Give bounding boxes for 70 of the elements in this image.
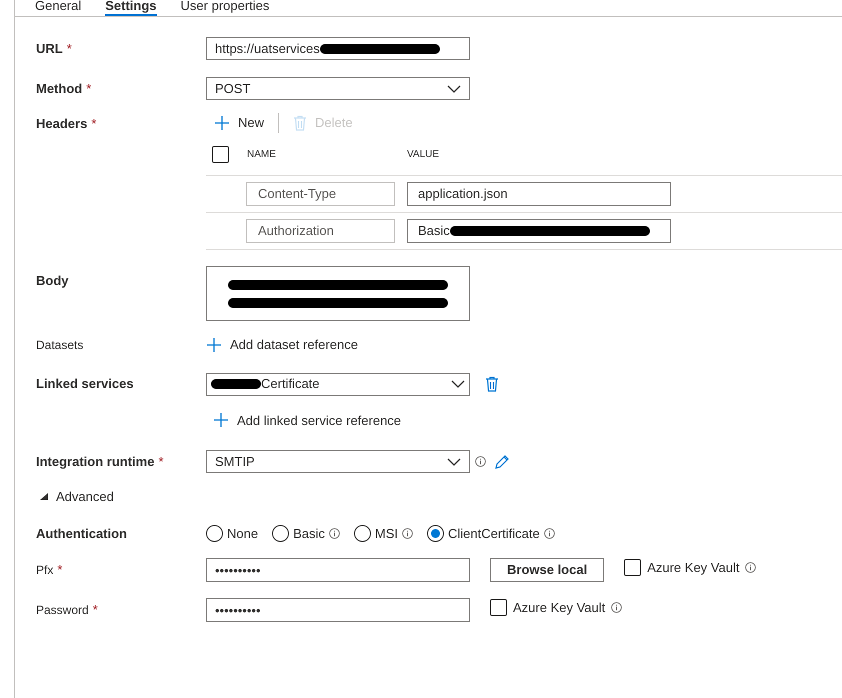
chevron-down-icon bbox=[447, 84, 461, 92]
radio-option[interactable]: ClientCertificate bbox=[427, 524, 540, 543]
dropdown-value: Certificate bbox=[261, 375, 320, 394]
radio-option[interactable]: Basic bbox=[272, 524, 325, 543]
field-label: Pfx bbox=[36, 562, 54, 579]
new-button[interactable]: New bbox=[214, 113, 264, 133]
required-mark: * bbox=[158, 452, 164, 471]
info-icon bbox=[745, 562, 756, 574]
header-value-field[interactable]: Basic bbox=[407, 219, 671, 243]
field-label: Integration runtime bbox=[36, 452, 154, 471]
trash-icon bbox=[485, 376, 499, 392]
header-value-field[interactable]: application.json bbox=[407, 182, 671, 206]
pencil-icon[interactable] bbox=[494, 454, 510, 470]
header-value: application.json bbox=[418, 185, 508, 204]
body-textarea[interactable] bbox=[206, 266, 470, 321]
info-icon bbox=[544, 528, 555, 539]
field-label: Password bbox=[36, 602, 89, 619]
password-field[interactable]: •••••••••• bbox=[206, 598, 470, 622]
tab[interactable]: User properties bbox=[180, 0, 270, 16]
add-linked-service-link[interactable]: Add linked service reference bbox=[213, 410, 402, 430]
field-label: URL bbox=[36, 40, 63, 58]
checkbox-label: Azure Key Vault bbox=[647, 559, 740, 577]
field-label: Method bbox=[36, 80, 82, 98]
header-name-field[interactable]: Authorization bbox=[246, 219, 395, 243]
chevron-down-icon bbox=[447, 458, 461, 466]
plus-icon bbox=[213, 412, 229, 428]
dropdown-value: SMTIP bbox=[215, 452, 255, 471]
header-value: Basic bbox=[418, 222, 450, 240]
add-dataset-link[interactable]: Add dataset reference bbox=[206, 335, 358, 354]
url-field[interactable]: https://uatservices bbox=[206, 37, 470, 60]
plus-icon bbox=[214, 115, 230, 131]
delete-button[interactable] bbox=[485, 376, 499, 392]
field-label: Linked services bbox=[36, 375, 134, 394]
field-label: Body bbox=[36, 273, 68, 288]
dropdown-value: POST bbox=[215, 80, 250, 98]
info-icon bbox=[611, 602, 622, 614]
checkbox[interactable] bbox=[212, 146, 229, 163]
trash-icon bbox=[293, 115, 308, 131]
required-mark: * bbox=[92, 601, 98, 620]
required-mark: * bbox=[86, 80, 92, 98]
url-value: https://uatservices bbox=[215, 40, 320, 58]
radio-option[interactable]: MSI bbox=[354, 524, 398, 543]
tab[interactable]: General bbox=[35, 0, 82, 16]
column-header: VALUE bbox=[407, 148, 440, 162]
checkbox[interactable] bbox=[624, 559, 642, 576]
info-icon bbox=[402, 528, 413, 539]
required-mark: * bbox=[91, 115, 96, 133]
info-icon bbox=[328, 528, 340, 539]
info-icon bbox=[475, 456, 486, 467]
runtime-dropdown[interactable]: SMTIP bbox=[206, 450, 470, 473]
chevron-down-icon bbox=[451, 380, 465, 388]
advanced-toggle[interactable]: Advanced bbox=[36, 487, 114, 506]
pfx-field[interactable]: •••••••••• bbox=[206, 558, 470, 582]
field-label: Datasets bbox=[36, 336, 84, 354]
column-header: NAME bbox=[247, 148, 277, 162]
radio-option[interactable]: None bbox=[206, 524, 258, 543]
required-mark: * bbox=[66, 40, 72, 58]
required-mark: * bbox=[57, 561, 62, 580]
plus-icon bbox=[206, 336, 222, 353]
checkbox[interactable] bbox=[490, 599, 507, 616]
method-dropdown[interactable]: POST bbox=[206, 77, 470, 100]
tab[interactable]: Settings bbox=[105, 0, 157, 16]
checkbox-label: Azure Key Vault bbox=[513, 599, 606, 617]
field-label: Authentication bbox=[36, 524, 127, 542]
linked-service-dropdown[interactable]: Certificate bbox=[206, 372, 470, 396]
header-name-field[interactable]: Content-Type bbox=[246, 182, 395, 206]
triangle-icon bbox=[40, 493, 48, 500]
browse-local-button[interactable]: Browse local bbox=[490, 558, 604, 582]
redaction-mark bbox=[211, 379, 261, 389]
field-label: Headers bbox=[36, 115, 88, 133]
